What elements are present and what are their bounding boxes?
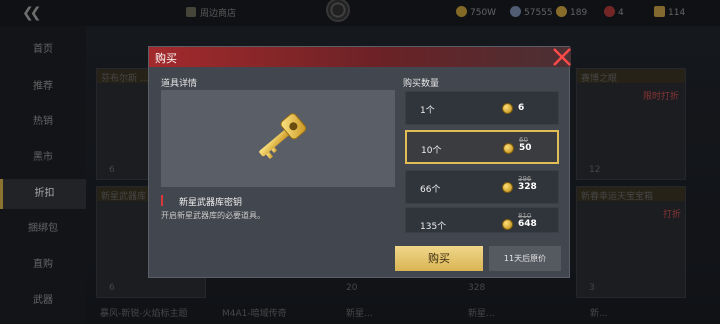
gold-coin-icon (502, 103, 513, 114)
option-price: 648 (518, 219, 537, 229)
price-restore-notice: 11天后原价 (489, 246, 561, 271)
quantity-option[interactable]: 135个 810 648 (405, 207, 559, 233)
game-shop-screen: ❮❮ 周边商店 750W 57555 189 4 114 首页 推荐 热销 黑市… (0, 0, 720, 324)
item-details-label: 道具详情 (161, 79, 198, 89)
quantity-option[interactable]: 66个 396 328 (405, 170, 559, 204)
quantity-option[interactable]: 1个 6 (405, 91, 559, 125)
item-preview (161, 90, 395, 187)
option-quantity: 1个 (420, 106, 435, 116)
quantity-option-selected[interactable]: 10个 60 50 (405, 130, 559, 164)
item-description: 开启新星武器库的必要道具。 (161, 211, 265, 220)
gold-coin-icon (503, 143, 514, 154)
option-price: 6 (518, 103, 525, 113)
quantity-label: 购买数量 (403, 79, 440, 89)
item-name: 新星武器库密钥 (179, 198, 243, 208)
option-quantity: 10个 (421, 146, 442, 156)
option-price: 50 (519, 143, 532, 153)
option-quantity: 66个 (420, 185, 441, 195)
close-icon[interactable] (551, 46, 573, 68)
dialog-title: 购买 (155, 52, 177, 65)
item-name-marker (161, 195, 163, 206)
option-price: 328 (518, 182, 537, 192)
key-icon (259, 113, 307, 160)
gold-coin-icon (502, 182, 513, 193)
purchase-dialog: 购买 道具详情 新星武器库密钥 开启新星武器库的必要道具。 购买数量 1个 6 … (148, 46, 573, 278)
dialog-title-bar (149, 47, 571, 67)
buy-button[interactable]: 购买 (395, 246, 483, 271)
option-quantity: 135个 (420, 222, 447, 232)
gold-coin-icon (502, 219, 513, 230)
